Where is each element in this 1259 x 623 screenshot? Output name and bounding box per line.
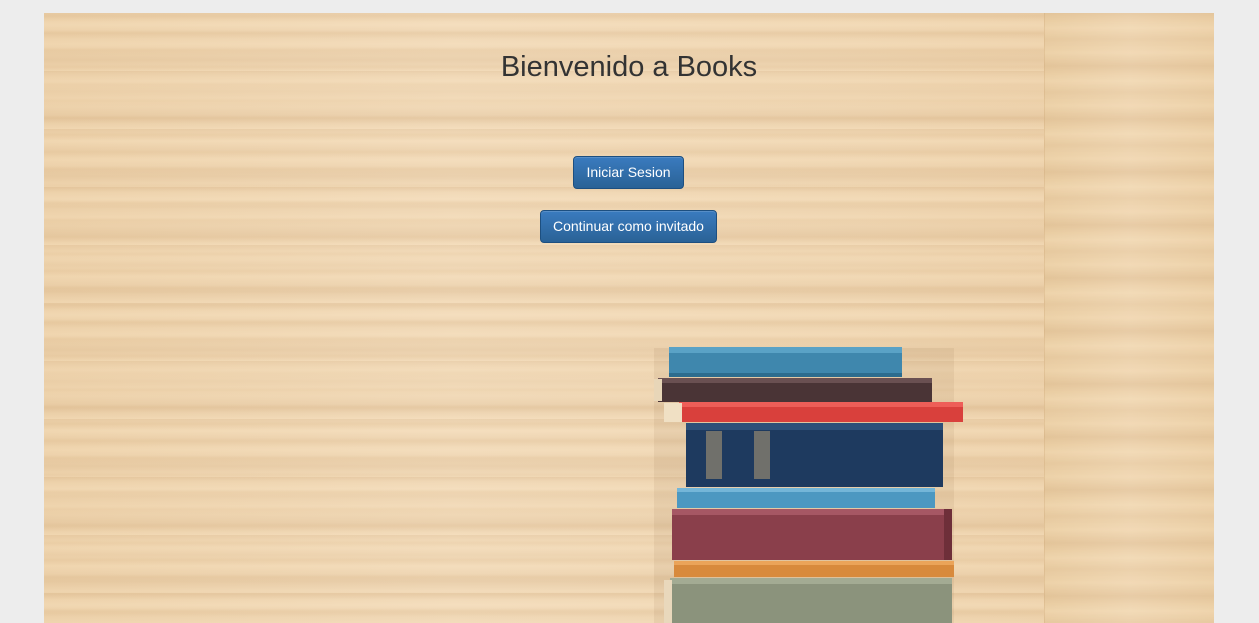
page-title: Bienvenido a Books xyxy=(500,51,758,83)
book-stack-illustration xyxy=(654,347,963,623)
book-red xyxy=(664,402,963,422)
book-orange xyxy=(674,561,954,577)
book-navy xyxy=(686,423,943,487)
book-light-blue xyxy=(677,488,935,508)
book-maroon xyxy=(672,509,952,560)
login-button[interactable]: Iniciar Sesion xyxy=(573,156,684,189)
book-blue-top xyxy=(669,347,902,377)
book-brown xyxy=(654,378,932,402)
welcome-page: Bienvenido a Books Iniciar Sesion Contin… xyxy=(44,13,1214,623)
wood-background-panel xyxy=(1044,13,1214,623)
book-olive xyxy=(664,578,952,623)
continue-as-guest-button[interactable]: Continuar como invitado xyxy=(540,210,717,243)
